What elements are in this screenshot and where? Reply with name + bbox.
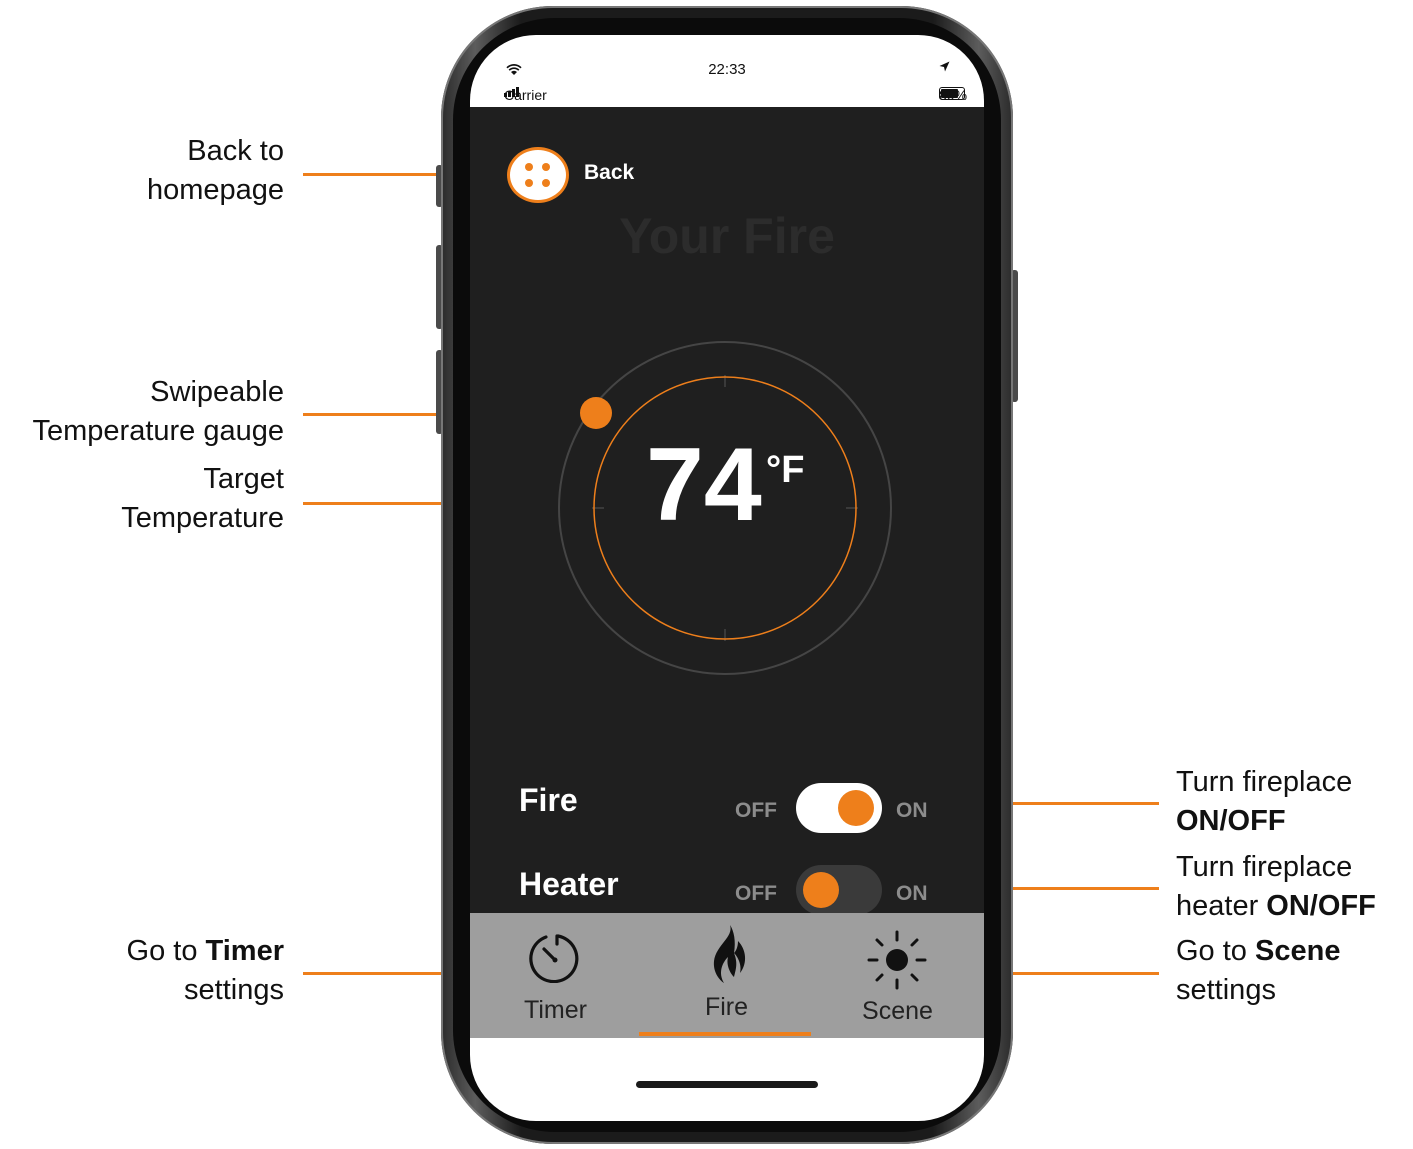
fire-off-label: OFF [735, 799, 777, 822]
annotation-gauge: Swipeable Temperature gauge [32, 376, 285, 447]
timer-icon [529, 934, 579, 983]
heater-toggle-knob [803, 872, 839, 908]
annotation-scene: Go to Scene settings [1176, 935, 1341, 1006]
flame-icon [713, 925, 746, 983]
tab-timer-label: Timer [524, 996, 587, 1024]
temperature-unit: °F [766, 449, 805, 491]
tab-bar: Timer Fire Scene [470, 913, 984, 1038]
tab-timer[interactable]: Timer [470, 913, 641, 1038]
temperature-gauge[interactable] [470, 35, 984, 735]
active-tab-indicator [639, 1032, 811, 1036]
tab-fire[interactable]: Fire [641, 913, 812, 1038]
heater-toggle[interactable] [796, 865, 882, 915]
tab-scene-label: Scene [862, 997, 933, 1025]
app-screen: Carrier 22:33 80% Back Your Fire 74 °F F… [470, 35, 984, 1121]
annotation-back: Back to homepage [146, 135, 284, 206]
heater-label: Heater [519, 866, 619, 902]
target-temperature: 74 [646, 427, 762, 543]
annotation-heater-toggle: Turn fireplace heater ON/OFF [1176, 851, 1376, 922]
annotation-target: Target Temperature [121, 463, 284, 534]
gauge-handle[interactable] [580, 397, 612, 429]
heater-on-label: ON [896, 882, 928, 905]
sun-icon [867, 930, 927, 990]
annotation-fire-toggle: Turn fireplace ON/OFF [1176, 766, 1353, 837]
tab-scene[interactable]: Scene [812, 913, 983, 1038]
annotation-timer: Go to Timer settings [126, 935, 284, 1006]
tab-fire-label: Fire [704, 993, 749, 1021]
heater-off-label: OFF [735, 882, 777, 905]
fire-toggle[interactable] [796, 783, 882, 833]
home-indicator[interactable] [636, 1081, 818, 1088]
fire-on-label: ON [896, 799, 928, 822]
fire-label: Fire [519, 782, 578, 818]
fire-toggle-knob [838, 790, 874, 826]
home-area [470, 1038, 984, 1121]
